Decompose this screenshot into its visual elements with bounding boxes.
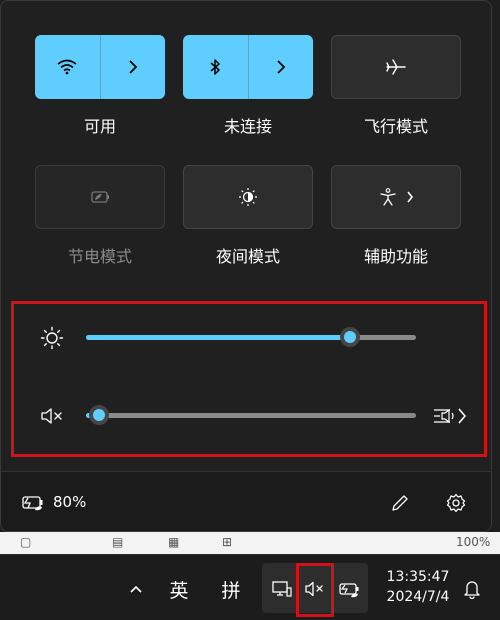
wifi-tile[interactable] [35, 35, 165, 99]
volume-highlight-box [296, 563, 334, 617]
read-mode-icon: ▤ [112, 535, 124, 549]
settings-button[interactable] [441, 488, 471, 518]
volume-muted-icon[interactable] [40, 404, 64, 428]
night-light-label: 夜间模式 [215, 247, 280, 266]
battery-saver-icon [91, 191, 109, 203]
bluetooth-expand-button[interactable] [249, 35, 314, 99]
volume-slider-thumb[interactable] [89, 405, 110, 425]
battery-charging-icon [22, 496, 43, 511]
night-light-icon [239, 188, 257, 206]
airplane-mode-tile[interactable] [331, 35, 461, 99]
battery-charging-icon[interactable] [336, 575, 364, 603]
brightness-slider[interactable] [86, 327, 416, 347]
wifi-icon [57, 59, 77, 75]
battery-saver-tile [35, 165, 165, 229]
background-app-statusbar: ▢ ▤ ▦ ⊞ 100% [0, 532, 500, 554]
brightness-slider-row [14, 318, 484, 358]
gear-icon [446, 493, 466, 513]
pencil-icon [392, 495, 408, 511]
clock-time: 13:35:47 [386, 569, 450, 585]
volume-slider[interactable] [86, 405, 416, 425]
bluetooth-tile[interactable] [183, 35, 313, 99]
notifications-button[interactable] [460, 575, 484, 603]
sliders-highlight-box [11, 301, 487, 457]
brightness-icon [40, 326, 64, 350]
brightness-slider-thumb[interactable] [340, 327, 360, 347]
volume-slider-row [14, 396, 484, 436]
ime-mode-indicator[interactable]: 拼 [216, 575, 246, 603]
battery-percentage: 80% [53, 493, 87, 511]
bluetooth-icon [210, 59, 220, 75]
quick-settings-panel: 可用 未连接 飞行模式 节电模式 夜间模式 辅助功能 80% [0, 0, 492, 532]
audio-output-icon [434, 408, 467, 424]
audio-output-button[interactable] [430, 402, 470, 430]
network-icon[interactable] [268, 575, 296, 603]
chevron-right-icon [407, 191, 414, 203]
wifi-toggle[interactable] [35, 35, 100, 99]
zoom-level: 100% [456, 535, 491, 549]
chevron-right-icon [277, 60, 286, 74]
accessibility-icon [380, 188, 396, 206]
show-hidden-icons-button[interactable] [124, 575, 148, 603]
battery-status[interactable]: 80% [21, 492, 86, 512]
battery-saver-label: 节电模式 [67, 247, 132, 266]
taskbar: 英 拼 13:35:47 2024/7/4 [0, 554, 500, 620]
focus-icon: ▢ [20, 535, 32, 549]
wifi-expand-button[interactable] [101, 35, 166, 99]
quick-settings-footer: 80% [1, 471, 491, 531]
wifi-label: 可用 [83, 117, 116, 136]
edit-quick-settings-button[interactable] [385, 488, 415, 518]
web-layout-icon: ⊞ [222, 535, 233, 549]
clock-date: 2024/7/4 [386, 589, 450, 605]
accessibility-tile[interactable] [331, 165, 461, 229]
chevron-right-icon [129, 60, 138, 74]
bluetooth-label: 未连接 [223, 117, 272, 136]
bell-icon [464, 581, 480, 599]
night-light-tile[interactable] [183, 165, 313, 229]
airplane-mode-label: 飞行模式 [363, 117, 428, 136]
airplane-icon [386, 59, 406, 75]
clock[interactable]: 13:35:47 2024/7/4 [378, 567, 458, 607]
desktop: 可用 未连接 飞行模式 节电模式 夜间模式 辅助功能 80% ▢ ▤ ▦ ⊞ 1… [0, 0, 500, 620]
brightness-slider-fill [86, 335, 350, 340]
ime-language-indicator[interactable]: 英 [164, 575, 194, 603]
print-layout-icon: ▦ [168, 535, 180, 549]
chevron-up-icon [130, 585, 142, 593]
bluetooth-toggle[interactable] [183, 35, 248, 99]
accessibility-label: 辅助功能 [363, 247, 428, 266]
